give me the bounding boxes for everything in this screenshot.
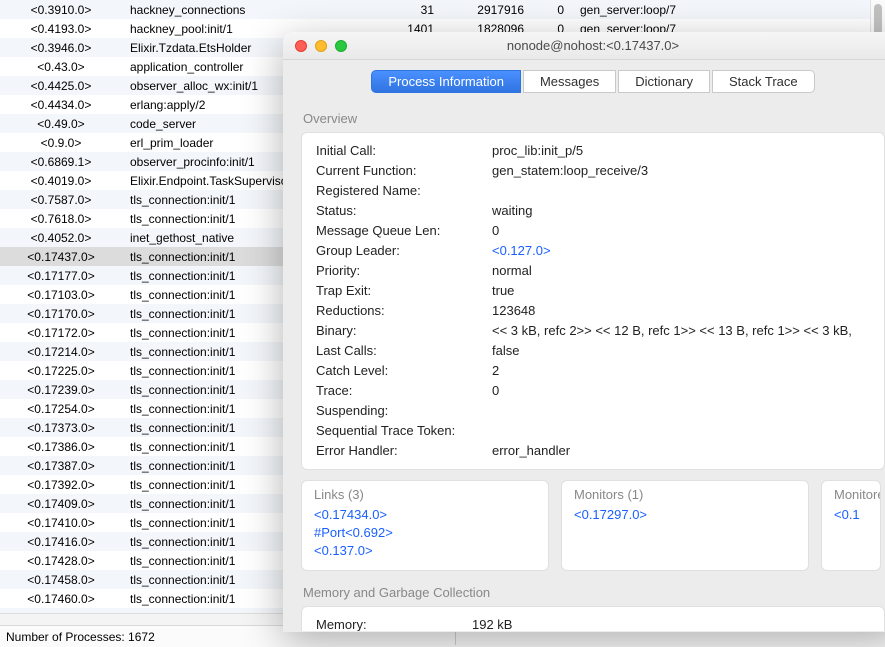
overview-row: Reductions:123648 [316,301,870,321]
overview-row: Catch Level:2 [316,361,870,381]
overview-row: Binary:<< 3 kB, refc 2>> << 12 B, refc 1… [316,321,870,341]
links-title: Links (3) [314,487,536,502]
memory-heading: Memory and Garbage Collection [303,585,885,600]
zoom-icon[interactable] [335,40,347,52]
monitored-by-panel: Monitored by <0.1 [821,480,881,571]
overview-panel: Initial Call:proc_lib:init_p/5Current Fu… [301,132,885,470]
links-panel: Links (3) <0.17434.0>#Port<0.692><0.137.… [301,480,549,571]
overview-row: Priority:normal [316,261,870,281]
overview-row: Group Leader:<0.127.0> [316,241,870,261]
overview-row: Registered Name: [316,181,870,201]
pid-link[interactable]: #Port<0.692> [314,524,536,542]
pid-link[interactable]: <0.1 [834,506,878,524]
tab-stack-trace[interactable]: Stack Trace [712,70,815,93]
overview-row: Sequential Trace Token: [316,421,870,441]
monitors-title: Monitors (1) [574,487,796,502]
monitored-by-title: Monitored by [834,487,878,502]
pid-link[interactable]: <0.137.0> [314,542,536,560]
overview-row: Trace:0 [316,381,870,401]
titlebar[interactable]: nonode@nohost:<0.17437.0> [283,32,885,60]
process-info-window: nonode@nohost:<0.17437.0> Process Inform… [283,32,885,632]
monitors-panel: Monitors (1) <0.17297.0> [561,480,809,571]
tab-messages[interactable]: Messages [523,70,616,93]
tab-process-information[interactable]: Process Information [371,70,521,93]
minimize-icon[interactable] [315,40,327,52]
pid-link[interactable]: <0.17297.0> [574,506,796,524]
window-title: nonode@nohost:<0.17437.0> [283,38,885,53]
overview-row: Initial Call:proc_lib:init_p/5 [316,141,870,161]
overview-row: Suspending: [316,401,870,421]
pid-link[interactable]: <0.17434.0> [314,506,536,524]
memory-panel: Memory:192 kBStack and Heaps:191 kBHeap … [301,606,885,631]
overview-row: Current Function:gen_statem:loop_receive… [316,161,870,181]
overview-heading: Overview [303,111,885,126]
overview-row: Trap Exit:true [316,281,870,301]
overview-row: Status:waiting [316,201,870,221]
close-icon[interactable] [295,40,307,52]
overview-row: Last Calls:false [316,341,870,361]
tab-bar: Process InformationMessagesDictionarySta… [283,60,885,101]
tab-dictionary[interactable]: Dictionary [618,70,710,93]
status-text: Number of Processes: 1672 [6,630,155,644]
table-row[interactable]: <0.3910.0>hackney_connections3129179160g… [0,0,885,19]
overview-row: Message Queue Len:0 [316,221,870,241]
memory-row: Memory:192 kB [316,615,870,631]
overview-row: Error Handler:error_handler [316,441,870,461]
pid-link[interactable]: <0.127.0> [492,241,870,261]
